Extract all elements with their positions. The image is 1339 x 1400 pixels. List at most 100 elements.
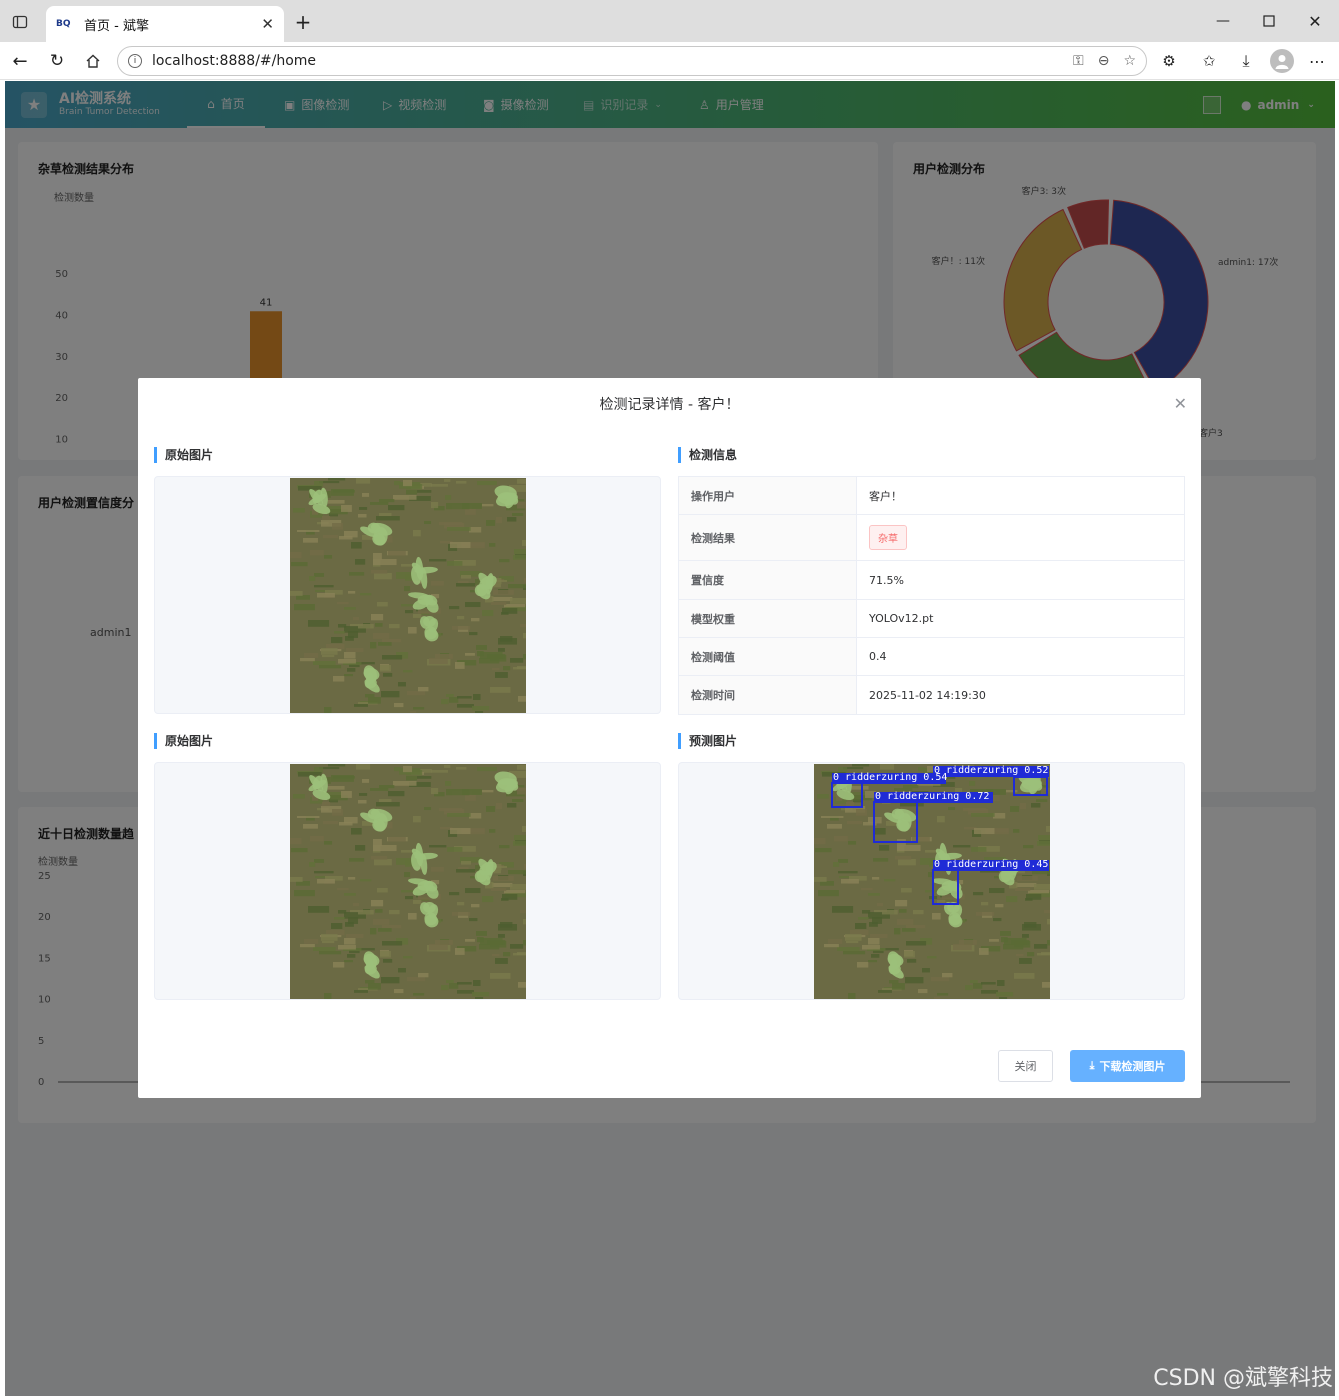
info-value: 客户！ [856, 476, 1185, 515]
site-info-icon[interactable]: i [128, 54, 142, 68]
grass-patch [405, 610, 414, 614]
back-icon[interactable]: ← [8, 50, 32, 72]
predicted-image[interactable]: 0 ridderzuring 0.54 0 ridderzuring 0.52 … [814, 764, 1050, 999]
original-image[interactable] [290, 478, 526, 713]
grass-patch [429, 845, 447, 848]
grass-patch [331, 923, 343, 929]
grass-patch [370, 502, 389, 505]
grass-patch [503, 666, 511, 671]
grass-patch [376, 516, 400, 521]
grass-patch [431, 484, 448, 487]
grass-patch [404, 872, 411, 878]
grass-patch [517, 952, 526, 956]
grass-patch [408, 913, 417, 920]
grass-patch [368, 983, 381, 990]
grass-patch [439, 522, 463, 526]
grass-patch [394, 767, 401, 772]
info-value: 0.4 [856, 637, 1185, 676]
more-menu-icon[interactable]: ⋯ [1306, 50, 1328, 72]
grass-patch [502, 894, 518, 900]
grass-patch [314, 585, 334, 588]
close-button[interactable]: 关闭 [998, 1050, 1053, 1082]
grass-patch [328, 478, 346, 481]
tab-close-icon[interactable]: ✕ [261, 15, 274, 33]
grass-patch [308, 906, 330, 913]
grass-patch [382, 925, 402, 929]
grass-patch [498, 648, 505, 652]
grass-patch [344, 607, 356, 610]
favorites-icon[interactable]: ✩ [1198, 50, 1220, 72]
address-bar[interactable]: i localhost:8888/#/home ⚿ ⊖ ☆ [117, 46, 1147, 76]
browser-tab[interactable]: BQ 首页 - 斌擎 ✕ [46, 6, 284, 42]
grass-patch [479, 658, 500, 664]
grass-patch [482, 896, 494, 903]
info-key: 操作用户 [678, 476, 857, 515]
window-close-icon[interactable]: ✕ [1304, 10, 1326, 32]
grass-patch [449, 606, 460, 610]
downloads-icon[interactable]: ⤓ [1235, 50, 1257, 72]
grass-patch [517, 666, 526, 670]
grass-patch [317, 593, 335, 598]
grass-patch [346, 648, 364, 652]
grass-patch [371, 614, 384, 621]
grass-patch [347, 954, 356, 958]
grass-patch [362, 779, 370, 783]
grass-patch [398, 682, 406, 687]
grass-patch [498, 638, 518, 645]
grass-patch [514, 835, 526, 841]
maximize-icon[interactable] [1258, 10, 1280, 32]
grass-patch [499, 559, 510, 563]
grass-patch [331, 637, 343, 643]
grass-patch [517, 479, 526, 484]
grass-patch [406, 490, 418, 495]
grass-patch [324, 993, 332, 999]
grass-patch [523, 633, 526, 639]
info-row: 检测时间 2025-11-02 14:19:30 [678, 675, 1185, 715]
grass-patch [435, 940, 453, 945]
grass-patch [383, 959, 393, 963]
grass-patch [510, 944, 524, 949]
grass-patch [492, 668, 500, 671]
grass-patch [431, 788, 439, 795]
grass-patch [389, 910, 400, 915]
grass-patch [359, 793, 368, 796]
grass-patch [322, 655, 335, 658]
grass-patch [374, 859, 392, 866]
grass-patch [344, 652, 356, 659]
favorite-star-icon[interactable]: ☆ [1123, 53, 1136, 69]
tab-actions-icon[interactable] [10, 12, 30, 32]
original-image-box-2 [154, 762, 661, 1000]
section-predicted-title: 预测图片 [678, 733, 737, 749]
grass-patch [447, 561, 463, 566]
profile-avatar[interactable] [1270, 49, 1294, 73]
grass-patch [349, 858, 365, 862]
grass-patch [398, 968, 406, 973]
grass-patch [291, 562, 308, 567]
zoom-icon[interactable]: ⊖ [1098, 53, 1110, 69]
key-icon[interactable]: ⚿ [1073, 53, 1084, 69]
grass-patch [381, 691, 400, 698]
grass-patch [358, 624, 374, 629]
grass-patch [338, 659, 356, 664]
grass-patch [498, 924, 518, 931]
dialog-close-icon[interactable]: ✕ [1174, 394, 1187, 413]
grass-patch [350, 910, 359, 913]
minimize-icon[interactable]: — [1212, 10, 1234, 32]
grass-patch [321, 648, 338, 655]
extensions-icon[interactable]: ⚙ [1158, 50, 1180, 72]
grass-patch [431, 770, 448, 773]
new-tab-icon[interactable]: + [292, 10, 314, 34]
grass-patch [469, 918, 478, 922]
grass-patch [424, 807, 432, 811]
grass-patch [393, 495, 417, 500]
download-image-button[interactable]: ⤓ 下载检测图片 [1070, 1050, 1185, 1082]
reload-icon[interactable]: ↻ [45, 50, 69, 72]
original-image-2[interactable] [290, 764, 526, 999]
grass-patch [496, 517, 503, 524]
home-browser-icon[interactable] [81, 50, 105, 72]
grass-patch [410, 997, 417, 999]
grass-patch [394, 989, 404, 994]
grass-patch [456, 767, 467, 770]
grass-patch [476, 931, 487, 936]
grass-patch [517, 502, 526, 509]
